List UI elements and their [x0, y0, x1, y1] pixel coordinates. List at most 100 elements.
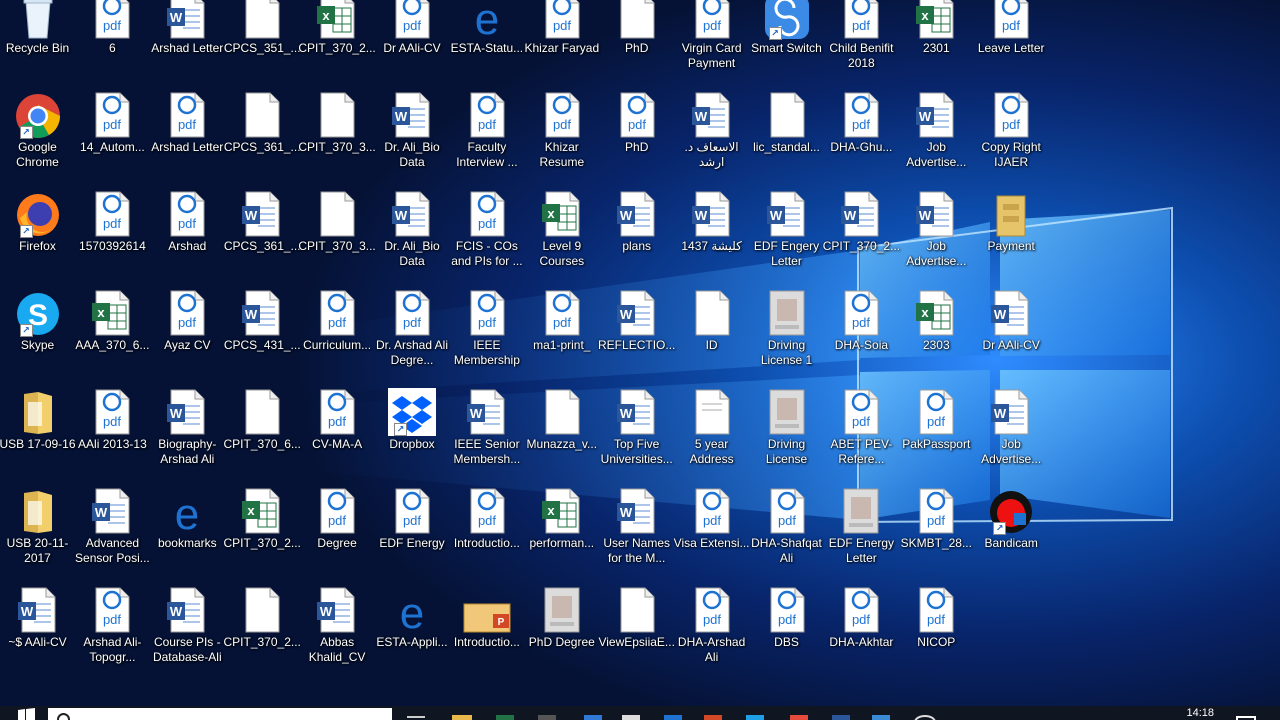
desktop-icon[interactable]: pdf 1570392614 [75, 190, 150, 289]
desktop-icon[interactable]: S ↗ Skype [0, 289, 75, 388]
desktop-icon[interactable]: CPCS_351_... [224, 0, 301, 91]
desktop-icon[interactable]: Wplans [599, 190, 674, 289]
desktop-icon[interactable]: USB 17-09-16 [0, 388, 76, 487]
desktop-icon[interactable]: CPIT_370_2... [223, 586, 301, 685]
word-taskbar-icon[interactable] [832, 715, 850, 720]
desktop-icon[interactable]: pdf Faculty Interview ... [449, 91, 524, 190]
chrome-taskbar-icon[interactable] [790, 715, 808, 720]
desktop-icon[interactable]: W Dr. Ali_Bio Data [375, 91, 450, 190]
desktop-icon[interactable]: x performan... [524, 487, 599, 586]
desktop-icon[interactable]: pdf EDF Energy [375, 487, 450, 586]
desktop-icon[interactable]: W Course PIs - Database-Ali [150, 586, 225, 685]
skype-taskbar-icon[interactable] [746, 715, 764, 720]
desktop-icon[interactable]: pdf Arshad [150, 190, 225, 289]
desktop-icon[interactable]: x CPIT_370_2... [298, 0, 376, 91]
desktop-icon[interactable]: pdf Introductio... [449, 487, 524, 586]
desktop-icon[interactable]: pdf ABET PEV-Refere... [824, 388, 899, 487]
desktop-icon[interactable]: W 1437 كليشة [674, 190, 749, 289]
desktop-icon[interactable]: pdf Arshad Ali-Topogr... [75, 586, 150, 685]
desktop-icon[interactable]: W CPCS_361_... [224, 190, 301, 289]
desktop-icon[interactable]: 5 year Address [674, 388, 749, 487]
desktop-icon[interactable]: W EDF Engery Letter [749, 190, 824, 289]
desktop-icon[interactable]: W ~$ AAli-CV [0, 586, 75, 685]
desktop-icon[interactable]: CPCS_361_... [224, 91, 301, 190]
desktop-icon[interactable]: pdf NICOP [899, 586, 974, 685]
desktop-icon[interactable]: e ESTA-Appli... [375, 586, 450, 685]
desktop-icon[interactable]: Recycle Bin [0, 0, 75, 91]
desktop-icon[interactable]: pdf CV-MA-A [300, 388, 375, 487]
desktop-icon[interactable]: pdf 14_Autom... [75, 91, 150, 190]
desktop-icon[interactable]: CPIT_370_6... [223, 388, 301, 487]
file-explorer-icon[interactable] [452, 715, 472, 720]
taskbar-search-box[interactable] [48, 708, 392, 720]
desktop-icon[interactable]: W IEEE Senior Membersh... [449, 388, 524, 487]
desktop-icon[interactable]: USB 20-11-2017 [0, 487, 75, 586]
desktop-icon[interactable]: pdf Visa Extensi... [674, 487, 750, 586]
powerpoint-taskbar-icon[interactable] [704, 715, 722, 720]
desktop[interactable]: Recycle Bin pdf 6 W Arshad Letter CPCS_351_..… [0, 0, 1280, 706]
app-icon[interactable] [622, 715, 640, 720]
desktop-icon[interactable]: pdf DHA-Arshad Ali [674, 586, 749, 685]
desktop-icon[interactable]: ID [674, 289, 749, 388]
desktop-icon[interactable]: ViewEpsiiaE... [598, 586, 675, 685]
desktop-icon[interactable]: x 2301 [899, 0, 974, 91]
desktop-icon[interactable]: W الاسعاف د. ارشد [674, 91, 749, 190]
desktop-icon[interactable]: pdf Khizar Faryad [524, 0, 599, 91]
taskbar-clock[interactable]: 14:18 [1186, 706, 1214, 720]
desktop-icon[interactable]: pdf IEEE Membership [449, 289, 524, 388]
desktop-icon[interactable]: PhD [599, 0, 674, 91]
desktop-icon[interactable]: W REFLECTIO... [598, 289, 675, 388]
desktop-icon[interactable]: pdf SKMBT_28... [899, 487, 974, 586]
desktop-icon[interactable]: W Job Advertise... [899, 91, 974, 190]
desktop-icon[interactable]: pdf Khizar Resume [524, 91, 599, 190]
desktop-icon[interactable]: W Dr AAli-CV [974, 289, 1049, 388]
desktop-icon[interactable]: x Level 9 Courses [524, 190, 599, 289]
desktop-icon[interactable]: Driving License [749, 388, 824, 487]
media-taskbar-icon[interactable] [914, 715, 936, 720]
notification-icon[interactable] [1236, 716, 1256, 720]
desktop-icon[interactable]: W Abbas Khalid_CV [300, 586, 375, 685]
desktop-icon[interactable]: pdf Ayaz CV [150, 289, 225, 388]
desktop-icon[interactable]: pdf Dr AAli-CV [375, 0, 450, 91]
desktop-icon[interactable]: pdf 6 [75, 0, 150, 91]
task-view-icon[interactable] [407, 716, 425, 720]
desktop-icon[interactable]: pdf PakPassport [899, 388, 974, 487]
desktop-icon[interactable]: W CPCS_431_... [224, 289, 301, 388]
desktop-icon[interactable]: pdf DHA-Ghu... [824, 91, 899, 190]
desktop-icon[interactable]: pdf AAli 2013-13 [75, 388, 150, 487]
desktop-icon[interactable]: pdf ma1-print_ [524, 289, 599, 388]
desktop-icon[interactable]: pdf Dr. Arshad Ali Degre... [375, 289, 450, 388]
desktop-icon[interactable]: W Job Advertise... [974, 388, 1049, 487]
desktop-icon[interactable]: Payment [974, 190, 1049, 289]
store-icon[interactable] [538, 715, 556, 720]
desktop-icon[interactable]: ↗ Bandicam [974, 487, 1049, 586]
desktop-icon[interactable]: pdf DHA-Shafqat Ali [749, 487, 824, 586]
desktop-icon[interactable]: x AAA_370_6... [75, 289, 150, 388]
desktop-icon[interactable]: e bookmarks [150, 487, 225, 586]
desktop-icon[interactable]: pdf Virgin Card Payment [674, 0, 749, 91]
desktop-icon[interactable]: W Advanced Sensor Posi... [75, 487, 150, 586]
desktop-icon[interactable]: PhD Degree [524, 586, 599, 685]
desktop-icon[interactable]: pdf Copy Right IJAER [974, 91, 1049, 190]
excel-taskbar-icon[interactable] [496, 715, 514, 720]
desktop-icon[interactable]: CPIT_370_3... [298, 190, 376, 289]
desktop-icon[interactable]: x 2303 [899, 289, 974, 388]
desktop-icon[interactable]: e ESTA-Statu... [449, 0, 524, 91]
desktop-icon[interactable]: ↗ Google Chrome [0, 91, 75, 190]
desktop-icon[interactable]: pdf Arshad Letter [150, 91, 225, 190]
desktop-icon[interactable]: CPIT_370_3... [298, 91, 376, 190]
desktop-icon[interactable]: pdf DHA-Soia [824, 289, 899, 388]
desktop-icon[interactable]: x CPIT_370_2... [223, 487, 301, 586]
desktop-icon[interactable]: W Top Five Universities... [599, 388, 674, 487]
desktop-icon[interactable]: pdf DHA-Akhtar [824, 586, 899, 685]
desktop-icon[interactable]: EDF Energy Letter [824, 487, 899, 586]
desktop-icon[interactable]: lic_standal... [749, 91, 824, 190]
desktop-icon[interactable]: pdf Leave Letter [974, 0, 1049, 91]
outlook-taskbar-icon[interactable] [872, 715, 890, 720]
desktop-icon[interactable]: P Introductio... [449, 586, 524, 685]
desktop-icon[interactable]: pdf Degree [300, 487, 375, 586]
desktop-icon[interactable]: ↗ Firefox [0, 190, 75, 289]
desktop-icon[interactable]: ↗ Dropbox [375, 388, 450, 487]
desktop-icon[interactable]: W CPIT_370_2... [823, 190, 900, 289]
desktop-icon[interactable]: W Job Advertise... [899, 190, 974, 289]
